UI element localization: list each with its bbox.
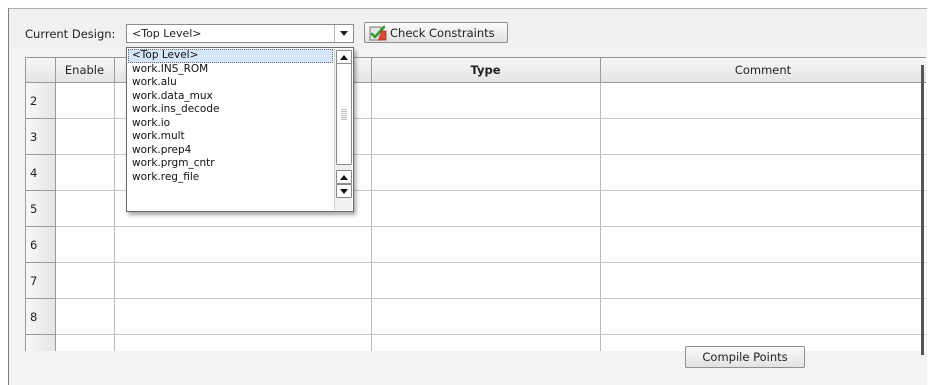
design-dropdown-list[interactable]: <Top Level> work.INS_ROM work.alu work.d… [126,47,354,212]
comment-cell[interactable] [600,118,926,155]
chevron-up-icon [340,54,348,60]
module-cell[interactable] [114,298,372,335]
row-number: 6 [26,226,56,263]
enable-cell[interactable] [55,154,115,191]
dropdown-item[interactable]: work.alu [128,76,333,90]
scroll-up-button-lower[interactable] [336,170,352,184]
comment-cell[interactable] [600,190,926,227]
comment-cell[interactable] [600,154,926,191]
header-corner [26,58,56,83]
module-cell[interactable] [114,226,372,263]
enable-cell[interactable] [55,262,115,299]
enable-cell[interactable] [55,226,115,263]
enable-cell[interactable] [55,298,115,335]
type-cell[interactable] [371,262,601,299]
row-number: 4 [26,154,56,191]
table-row[interactable]: 7 [26,262,926,299]
check-constraints-button[interactable]: Check Constraints [364,22,508,43]
grip-icon [341,108,347,120]
dropdown-items: <Top Level> work.INS_ROM work.alu work.d… [128,49,333,184]
enable-cell[interactable] [55,82,115,119]
dropdown-item[interactable]: work.mult [128,130,333,144]
current-design-combo[interactable]: <Top Level> [126,24,354,43]
row-number: 5 [26,190,56,227]
dropdown-item[interactable]: work.ins_decode [128,103,333,117]
dropdown-scrollbar[interactable] [334,49,352,210]
type-cell[interactable] [371,118,601,155]
dropdown-item[interactable]: work.prgm_cntr [128,157,333,171]
table-row[interactable]: 6 [26,226,926,263]
check-constraints-label: Check Constraints [390,25,495,40]
comment-cell[interactable] [600,226,926,263]
dropdown-item[interactable]: work.INS_ROM [128,63,333,77]
compile-points-button[interactable]: Compile Points [685,346,805,368]
dropdown-item[interactable]: work.prep4 [128,144,333,158]
header-enable[interactable]: Enable [55,58,115,83]
chevron-down-icon [340,31,348,36]
row-number [26,334,56,351]
toolbar: Current Design: <Top Level> Check Constr… [9,9,927,47]
header-type[interactable]: Type [371,58,601,83]
type-cell[interactable] [371,226,601,263]
header-comment[interactable]: Comment [600,58,926,83]
current-design-value: <Top Level> [132,27,202,40]
grid-scrollbar[interactable] [921,65,924,355]
comment-cell[interactable] [600,262,926,299]
comment-cell[interactable] [600,298,926,335]
combo-dropdown-button[interactable] [334,25,353,42]
row-number: 8 [26,298,56,335]
enable-cell[interactable] [55,190,115,227]
row-number: 2 [26,82,56,119]
check-constraints-icon [369,25,387,40]
dropdown-item[interactable]: work.io [128,117,333,131]
current-design-label: Current Design: [25,27,116,41]
module-cell[interactable] [114,334,372,351]
scroll-up-button[interactable] [336,50,352,64]
scroll-thumb[interactable] [336,63,352,165]
type-cell[interactable] [371,334,601,351]
dropdown-item[interactable]: work.data_mux [128,90,333,104]
enable-cell[interactable] [55,118,115,155]
compile-points-panel: Current Design: <Top Level> Check Constr… [8,8,927,385]
enable-cell[interactable] [55,334,115,351]
row-number: 7 [26,262,56,299]
type-cell[interactable] [371,190,601,227]
type-cell[interactable] [371,154,601,191]
comment-cell[interactable] [600,82,926,119]
row-number: 3 [26,118,56,155]
dropdown-item[interactable]: <Top Level> [128,49,333,63]
module-cell[interactable] [114,262,372,299]
type-cell[interactable] [371,82,601,119]
table-row[interactable]: 8 [26,298,926,335]
scroll-down-button[interactable] [336,184,352,198]
dropdown-item[interactable]: work.reg_file [128,171,333,185]
type-cell[interactable] [371,298,601,335]
chevron-down-icon [340,188,348,194]
chevron-up-icon [340,174,348,180]
